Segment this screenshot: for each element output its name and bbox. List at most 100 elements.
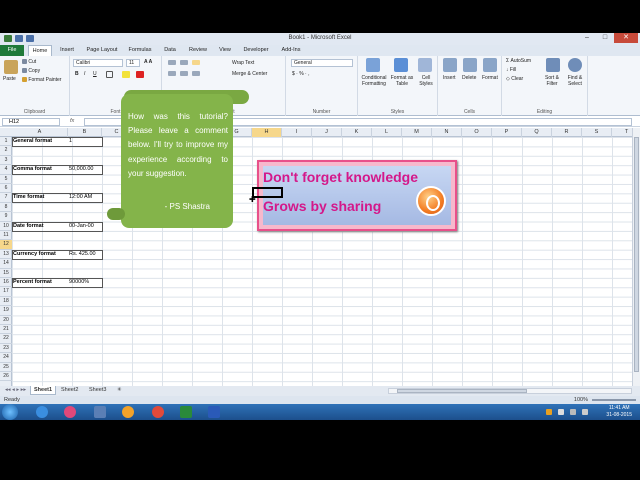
row-header-1[interactable]: 1 bbox=[0, 137, 12, 147]
delete-button[interactable]: Delete bbox=[462, 75, 476, 81]
row-header-3[interactable]: 3 bbox=[0, 156, 12, 166]
format-label-cell[interactable]: Comma format bbox=[12, 165, 52, 174]
tab-developer[interactable]: Developer bbox=[240, 45, 272, 56]
insert-cells-icon[interactable] bbox=[443, 58, 457, 72]
row-header-4[interactable]: 4 bbox=[0, 165, 12, 175]
tab-data[interactable]: Data bbox=[160, 45, 180, 56]
row-header-15[interactable]: 15 bbox=[0, 269, 12, 278]
vertical-scrollbar[interactable] bbox=[632, 128, 640, 386]
column-header-n[interactable]: N bbox=[432, 128, 462, 137]
column-header-t[interactable]: T bbox=[612, 128, 632, 137]
column-header-i[interactable]: I bbox=[282, 128, 312, 137]
row-header-21[interactable]: 21 bbox=[0, 325, 12, 335]
zoom-slider[interactable] bbox=[592, 399, 636, 401]
row-header-7[interactable]: 7 bbox=[0, 193, 12, 203]
chrome-icon[interactable] bbox=[152, 406, 164, 418]
sheet-nav-buttons[interactable]: ◂◂ ◂ ▸ ▸▸ bbox=[2, 386, 29, 395]
horizontal-scroll-thumb[interactable] bbox=[397, 389, 527, 393]
tab-add-ins[interactable]: Add-Ins bbox=[278, 45, 304, 56]
align-bottom-icon[interactable] bbox=[192, 60, 200, 65]
column-header-p[interactable]: P bbox=[492, 128, 522, 137]
format-as-table-button[interactable]: Format as Table bbox=[389, 75, 415, 87]
row-header-23[interactable]: 23 bbox=[0, 344, 12, 354]
network-app-icon[interactable] bbox=[94, 406, 106, 418]
column-header-l[interactable]: L bbox=[372, 128, 402, 137]
column-header-s[interactable]: S bbox=[582, 128, 612, 137]
row-header-9[interactable]: 9 bbox=[0, 212, 12, 222]
volume-icon[interactable] bbox=[582, 409, 588, 415]
insert-button[interactable]: Insert bbox=[443, 75, 456, 81]
format-value-cell[interactable]: 12:00 AM bbox=[68, 193, 92, 202]
find-select-button[interactable]: Find & Select bbox=[564, 75, 586, 87]
column-header-a[interactable]: A bbox=[12, 128, 68, 137]
vertical-scroll-thumb[interactable] bbox=[634, 137, 639, 372]
row-header-25[interactable]: 25 bbox=[0, 363, 12, 372]
wrap-text-button[interactable]: Wrap Text bbox=[232, 60, 254, 66]
column-header-h[interactable]: H bbox=[252, 128, 282, 137]
maximize-button[interactable]: □ bbox=[596, 33, 614, 43]
fx-icon[interactable]: fx bbox=[70, 118, 74, 124]
format-label-cell[interactable]: General format bbox=[12, 137, 52, 146]
row-header-11[interactable]: 11 bbox=[0, 231, 12, 241]
delete-cells-icon[interactable] bbox=[463, 58, 477, 72]
row-header-26[interactable]: 26 bbox=[0, 372, 12, 382]
sheet-tab-3[interactable]: Sheet3 bbox=[86, 386, 109, 395]
merge-center-button[interactable]: Merge & Center bbox=[232, 71, 267, 77]
tab-formulas[interactable]: Formulas bbox=[126, 45, 154, 56]
cut-button[interactable]: Cut bbox=[22, 59, 36, 65]
horizontal-scrollbar[interactable] bbox=[388, 388, 632, 394]
align-center-icon[interactable] bbox=[180, 71, 188, 76]
cell-styles-icon[interactable] bbox=[418, 58, 432, 72]
row-header-13[interactable]: 13 bbox=[0, 250, 12, 260]
row-header-19[interactable]: 19 bbox=[0, 306, 12, 316]
format-value-cell[interactable]: 50,000.00 bbox=[68, 165, 93, 174]
row-header-8[interactable]: 8 bbox=[0, 203, 12, 213]
bold-button[interactable]: B bbox=[75, 71, 79, 77]
conditional-formatting-button[interactable]: Conditional Formatting bbox=[359, 75, 389, 87]
format-value-cell[interactable]: 90000% bbox=[68, 278, 89, 287]
format-label-cell[interactable]: Time format bbox=[12, 193, 44, 202]
column-header-k[interactable]: K bbox=[342, 128, 372, 137]
format-value-cell[interactable]: 1 bbox=[68, 137, 72, 146]
format-label-cell[interactable]: Date format bbox=[12, 222, 44, 231]
media-player-icon[interactable] bbox=[122, 406, 134, 418]
font-color-icon[interactable] bbox=[136, 71, 144, 78]
close-button[interactable]: ✕ bbox=[614, 33, 638, 43]
column-header-o[interactable]: O bbox=[462, 128, 492, 137]
column-header-b[interactable]: B bbox=[68, 128, 102, 137]
taskbar-clock[interactable]: 11:41 AM 31-08-2015 bbox=[606, 405, 632, 419]
format-label-cell[interactable]: Currency format bbox=[12, 250, 56, 259]
sheet-tab-2[interactable]: Sheet2 bbox=[58, 386, 81, 395]
tab-view[interactable]: View bbox=[216, 45, 234, 56]
row-header-16[interactable]: 16 bbox=[0, 278, 12, 288]
row-header-6[interactable]: 6 bbox=[0, 184, 12, 194]
find-select-icon[interactable] bbox=[568, 58, 582, 72]
row-header-2[interactable]: 2 bbox=[0, 146, 12, 156]
font-size-select[interactable]: 11 bbox=[126, 59, 140, 67]
tray-flag-icon[interactable] bbox=[558, 409, 564, 415]
underline-button[interactable]: U bbox=[93, 71, 97, 77]
network-icon[interactable] bbox=[570, 409, 576, 415]
excel-taskbar-icon[interactable] bbox=[180, 406, 192, 418]
format-table-icon[interactable] bbox=[394, 58, 408, 72]
column-header-r[interactable]: R bbox=[552, 128, 582, 137]
tab-insert[interactable]: Insert bbox=[56, 45, 78, 56]
internet-explorer-icon[interactable] bbox=[36, 406, 48, 418]
format-label-cell[interactable]: Percent format bbox=[12, 278, 52, 287]
autosum-button[interactable]: Σ AutoSum bbox=[506, 58, 531, 64]
media-app-icon[interactable] bbox=[64, 406, 76, 418]
format-button[interactable]: Format bbox=[482, 75, 498, 81]
grow-font-button[interactable]: A A bbox=[144, 59, 152, 65]
tab-home[interactable]: Home bbox=[28, 45, 52, 56]
align-middle-icon[interactable] bbox=[180, 60, 188, 65]
row-header-22[interactable]: 22 bbox=[0, 334, 12, 344]
font-name-select[interactable]: Calibri bbox=[73, 59, 123, 67]
format-cells-icon[interactable] bbox=[483, 58, 497, 72]
align-left-icon[interactable] bbox=[168, 71, 176, 76]
tab-page-layout[interactable]: Page Layout bbox=[84, 45, 120, 56]
italic-button[interactable]: I bbox=[84, 71, 85, 77]
minimize-button[interactable]: – bbox=[578, 33, 596, 43]
tray-app-icon[interactable] bbox=[546, 409, 552, 415]
conditional-formatting-icon[interactable] bbox=[366, 58, 380, 72]
cell-styles-button[interactable]: Cell Styles bbox=[416, 75, 436, 87]
